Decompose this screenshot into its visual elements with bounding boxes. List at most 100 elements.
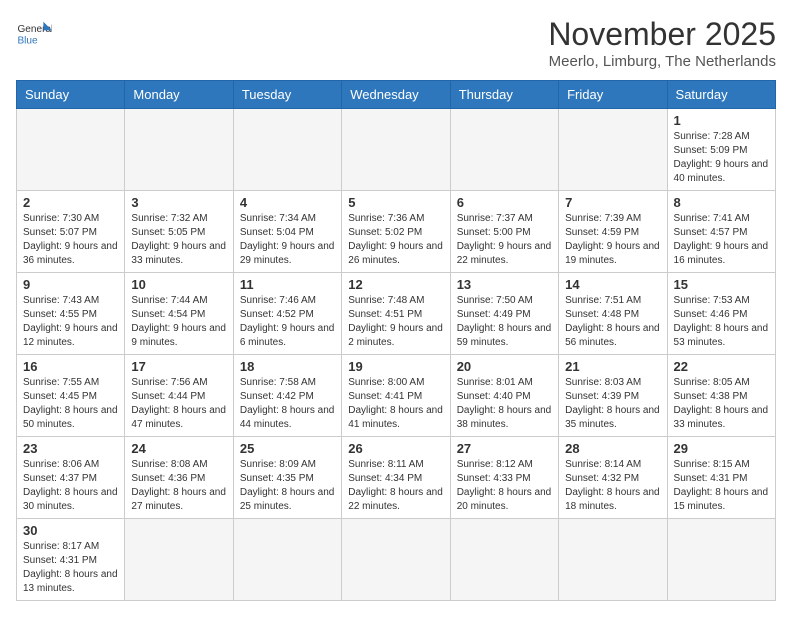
title-block: November 2025 Meerlo, Limburg, The Nethe… [548, 16, 776, 70]
day-header-thursday: Thursday [450, 81, 558, 109]
day-header-tuesday: Tuesday [233, 81, 341, 109]
day-number: 24 [131, 441, 226, 456]
calendar-cell: 26 Sunrise: 8:11 AMSunset: 4:34 PMDayligh… [342, 437, 450, 519]
calendar-cell [450, 109, 558, 191]
day-info: Sunrise: 8:01 AMSunset: 4:40 PMDaylight:… [457, 376, 552, 432]
day-info: Sunrise: 7:41 AMSunset: 4:57 PMDaylight:… [674, 212, 769, 268]
day-number: 14 [565, 277, 660, 292]
calendar-cell [125, 109, 233, 191]
calendar-cell: 29 Sunrise: 8:15 AMSunset: 4:31 PMDayligh… [667, 437, 775, 519]
day-number: 11 [240, 277, 335, 292]
day-number: 7 [565, 195, 660, 210]
day-number: 12 [348, 277, 443, 292]
calendar-cell [342, 109, 450, 191]
day-number: 16 [23, 359, 118, 374]
day-number: 29 [674, 441, 769, 456]
day-info: Sunrise: 8:00 AMSunset: 4:41 PMDaylight:… [348, 376, 443, 432]
days-header-row: SundayMondayTuesdayWednesdayThursdayFrid… [17, 81, 776, 109]
day-info: Sunrise: 7:58 AMSunset: 4:42 PMDaylight:… [240, 376, 335, 432]
day-number: 20 [457, 359, 552, 374]
calendar-cell [559, 519, 667, 601]
calendar-cell: 4 Sunrise: 7:34 AMSunset: 5:04 PMDaylight… [233, 191, 341, 273]
header: General Blue November 2025 Meerlo, Limbu… [16, 16, 776, 70]
calendar-cell: 8 Sunrise: 7:41 AMSunset: 4:57 PMDaylight… [667, 191, 775, 273]
calendar-cell: 21Sunrise: 8:03 AMSunset: 4:39 PMDayligh… [559, 355, 667, 437]
month-title: November 2025 [548, 16, 776, 53]
calendar-cell [233, 519, 341, 601]
day-info: Sunrise: 8:14 AMSunset: 4:32 PMDaylight:… [565, 458, 660, 514]
day-number: 25 [240, 441, 335, 456]
day-header-friday: Friday [559, 81, 667, 109]
day-number: 4 [240, 195, 335, 210]
calendar-week-4: 16Sunrise: 7:55 AMSunset: 4:45 PMDayligh… [17, 355, 776, 437]
day-number: 27 [457, 441, 552, 456]
calendar-cell [559, 109, 667, 191]
calendar-cell: 27Sunrise: 8:12 AMSunset: 4:33 PMDayligh… [450, 437, 558, 519]
day-number: 2 [23, 195, 118, 210]
day-info: Sunrise: 7:30 AMSunset: 5:07 PMDaylight:… [23, 212, 118, 268]
day-number: 26 [348, 441, 443, 456]
calendar-cell: 18 Sunrise: 7:58 AMSunset: 4:42 PMDayligh… [233, 355, 341, 437]
calendar-cell: 22 Sunrise: 8:05 AMSunset: 4:38 PMDayligh… [667, 355, 775, 437]
day-info: Sunrise: 7:53 AMSunset: 4:46 PMDaylight:… [674, 294, 769, 350]
day-info: Sunrise: 7:39 AMSunset: 4:59 PMDaylight:… [565, 212, 660, 268]
calendar-week-2: 2 Sunrise: 7:30 AMSunset: 5:07 PMDaylight… [17, 191, 776, 273]
calendar-cell: 24Sunrise: 8:08 AMSunset: 4:36 PMDayligh… [125, 437, 233, 519]
calendar-cell: 20 Sunrise: 8:01 AMSunset: 4:40 PMDayligh… [450, 355, 558, 437]
day-number: 28 [565, 441, 660, 456]
day-number: 13 [457, 277, 552, 292]
day-info: Sunrise: 8:15 AMSunset: 4:31 PMDaylight:… [674, 458, 769, 514]
day-number: 23 [23, 441, 118, 456]
calendar-cell: 6 Sunrise: 7:37 AMSunset: 5:00 PMDaylight… [450, 191, 558, 273]
day-info: Sunrise: 8:11 AMSunset: 4:34 PMDaylight:… [348, 458, 443, 514]
day-info: Sunrise: 7:46 AMSunset: 4:52 PMDaylight:… [240, 294, 335, 350]
calendar-cell: 10 Sunrise: 7:44 AMSunset: 4:54 PMDayligh… [125, 273, 233, 355]
calendar-cell: 5Sunrise: 7:36 AMSunset: 5:02 PMDaylight… [342, 191, 450, 273]
day-info: Sunrise: 8:17 AMSunset: 4:31 PMDaylight:… [23, 540, 118, 596]
calendar-cell: 2 Sunrise: 7:30 AMSunset: 5:07 PMDaylight… [17, 191, 125, 273]
day-number: 18 [240, 359, 335, 374]
day-info: Sunrise: 7:34 AMSunset: 5:04 PMDaylight:… [240, 212, 335, 268]
day-info: Sunrise: 7:48 AMSunset: 4:51 PMDaylight:… [348, 294, 443, 350]
calendar-cell: 7 Sunrise: 7:39 AMSunset: 4:59 PMDaylight… [559, 191, 667, 273]
day-header-sunday: Sunday [17, 81, 125, 109]
calendar-cell: 11 Sunrise: 7:46 AMSunset: 4:52 PMDayligh… [233, 273, 341, 355]
day-info: Sunrise: 7:44 AMSunset: 4:54 PMDaylight:… [131, 294, 226, 350]
calendar-cell: 28 Sunrise: 8:14 AMSunset: 4:32 PMDayligh… [559, 437, 667, 519]
day-info: Sunrise: 8:05 AMSunset: 4:38 PMDaylight:… [674, 376, 769, 432]
day-info: Sunrise: 7:36 AMSunset: 5:02 PMDaylight:… [348, 212, 443, 268]
day-number: 30 [23, 523, 118, 538]
day-header-wednesday: Wednesday [342, 81, 450, 109]
day-number: 6 [457, 195, 552, 210]
day-number: 3 [131, 195, 226, 210]
day-number: 10 [131, 277, 226, 292]
day-info: Sunrise: 8:09 AMSunset: 4:35 PMDaylight:… [240, 458, 335, 514]
calendar-week-1: 1 Sunrise: 7:28 AMSunset: 5:09 PMDaylight… [17, 109, 776, 191]
calendar-cell [667, 519, 775, 601]
location: Meerlo, Limburg, The Netherlands [548, 53, 776, 70]
day-info: Sunrise: 8:03 AMSunset: 4:39 PMDaylight:… [565, 376, 660, 432]
day-info: Sunrise: 7:37 AMSunset: 5:00 PMDaylight:… [457, 212, 552, 268]
logo: General Blue [16, 16, 52, 52]
day-number: 9 [23, 277, 118, 292]
calendar-cell: 3Sunrise: 7:32 AMSunset: 5:05 PMDaylight… [125, 191, 233, 273]
day-header-monday: Monday [125, 81, 233, 109]
day-number: 17 [131, 359, 226, 374]
calendar-cell: 30 Sunrise: 8:17 AMSunset: 4:31 PMDayligh… [17, 519, 125, 601]
calendar-cell: 1 Sunrise: 7:28 AMSunset: 5:09 PMDaylight… [667, 109, 775, 191]
calendar-week-5: 23Sunrise: 8:06 AMSunset: 4:37 PMDayligh… [17, 437, 776, 519]
day-number: 8 [674, 195, 769, 210]
day-info: Sunrise: 7:28 AMSunset: 5:09 PMDaylight:… [674, 130, 769, 186]
calendar-cell: 15Sunrise: 7:53 AMSunset: 4:46 PMDayligh… [667, 273, 775, 355]
day-info: Sunrise: 7:43 AMSunset: 4:55 PMDaylight:… [23, 294, 118, 350]
day-info: Sunrise: 7:51 AMSunset: 4:48 PMDaylight:… [565, 294, 660, 350]
day-info: Sunrise: 7:56 AMSunset: 4:44 PMDaylight:… [131, 376, 226, 432]
logo-icon: General Blue [16, 16, 52, 52]
day-number: 1 [674, 113, 769, 128]
calendar-cell: 17 Sunrise: 7:56 AMSunset: 4:44 PMDayligh… [125, 355, 233, 437]
svg-text:Blue: Blue [17, 35, 38, 46]
day-number: 22 [674, 359, 769, 374]
calendar-cell [233, 109, 341, 191]
day-number: 19 [348, 359, 443, 374]
day-header-saturday: Saturday [667, 81, 775, 109]
